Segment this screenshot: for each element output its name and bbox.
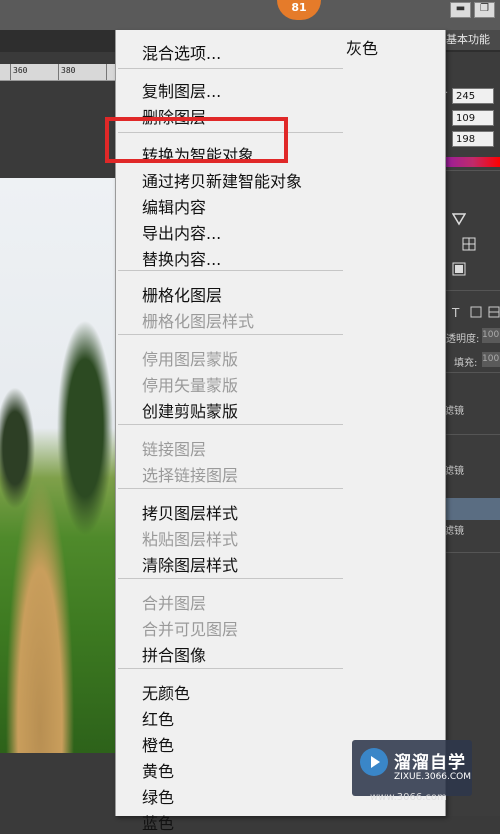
menu-separator — [118, 668, 343, 669]
smart-filter-icon[interactable] — [488, 306, 500, 318]
menu-item: 停用矢量蒙版 — [142, 376, 239, 395]
color-r-input[interactable]: 245 — [452, 88, 494, 104]
menu-item[interactable]: 复制图层... — [142, 82, 221, 102]
watermark-title: 溜溜自学 — [394, 753, 466, 773]
menu-item: 粘贴图层样式 — [142, 530, 239, 549]
opacity-input[interactable]: 100 — [482, 328, 500, 343]
menu-item[interactable]: 橙色 — [142, 736, 174, 756]
menu-separator — [118, 424, 343, 425]
menu-item: 选择链接图层 — [142, 466, 239, 485]
mask-icon[interactable] — [452, 262, 466, 276]
layer-row-label[interactable]: 滤镜 — [444, 402, 464, 417]
menu-separator — [118, 334, 343, 335]
panel-divider — [444, 372, 500, 373]
menu-item[interactable]: 通过拷贝新建智能对象 — [142, 172, 302, 192]
restore-button[interactable]: ❐ — [474, 2, 495, 18]
menu-separator — [118, 578, 343, 579]
color-g-input[interactable]: 109 — [452, 110, 494, 126]
menu-item[interactable]: 导出内容... — [142, 224, 221, 244]
menu-item[interactable]: 混合选项... — [142, 44, 221, 64]
menu-item[interactable]: 拷贝图层样式 — [142, 504, 238, 524]
menu-item[interactable]: 编辑内容 — [142, 198, 206, 218]
menu-item[interactable]: 拼合图像 — [142, 646, 206, 666]
panel-divider — [444, 170, 500, 171]
menu-item[interactable]: 无颜色 — [142, 684, 190, 704]
play-logo-icon — [360, 748, 388, 776]
fill-input[interactable]: 100 — [482, 352, 500, 367]
menu-item[interactable]: 蓝色 — [142, 814, 174, 834]
watermark-url: ZIXUE.3066.COM — [394, 772, 472, 782]
menu-item[interactable]: 绿色 — [142, 788, 174, 808]
color-ramp[interactable] — [446, 157, 500, 167]
fill-label: 填充: — [454, 358, 478, 369]
watermark-url-secondary: www.3066.com — [370, 792, 447, 803]
ruler-tick-line — [58, 64, 59, 80]
shape-filter-icon[interactable] — [470, 306, 482, 318]
menu-item: 合并图层 — [142, 594, 207, 613]
menu-separator — [118, 270, 343, 271]
canvas-image[interactable] — [0, 178, 116, 753]
menu-separator — [118, 488, 343, 489]
menu-item[interactable]: 创建剪贴蒙版 — [142, 402, 238, 422]
layer-row-label[interactable]: 滤镜 — [444, 462, 464, 477]
menu-item[interactable]: 替换内容... — [142, 250, 221, 270]
menu-item: 合并可见图层 — [142, 620, 239, 639]
menu-item[interactable]: 栅格化图层 — [142, 286, 222, 306]
menu-item[interactable]: 红色 — [142, 710, 174, 730]
workspace-switcher[interactable]: 基本功能 — [440, 30, 500, 50]
grid-icon[interactable] — [462, 237, 476, 251]
menu-separator — [118, 68, 343, 69]
panel-divider — [444, 552, 500, 553]
layer-row-label[interactable]: 滤镜 — [444, 522, 464, 537]
panel-divider — [444, 290, 500, 291]
ruler-tick-line — [10, 64, 11, 80]
menu-item: 栅格化图层样式 — [142, 312, 255, 331]
panel-divider — [444, 434, 500, 435]
menu-item: 链接图层 — [142, 440, 207, 459]
selected-layer-row[interactable] — [444, 498, 500, 520]
triangle-icon[interactable] — [452, 212, 466, 226]
horizontal-ruler: 360 380 — [0, 64, 116, 81]
menu-item: 停用图层蒙版 — [142, 350, 239, 369]
ruler-tick-label: 360 — [13, 66, 28, 75]
type-filter-icon[interactable]: T — [452, 306, 459, 320]
highlight-box — [105, 117, 288, 163]
ruler-tick-line — [106, 64, 107, 80]
color-label-header: 灰色 — [346, 39, 379, 58]
menu-item[interactable]: 黄色 — [142, 762, 174, 782]
app-title-bar — [0, 0, 500, 30]
ruler-tick-label: 380 — [61, 66, 76, 75]
minimize-button[interactable]: ▬ — [450, 2, 471, 18]
color-b-input[interactable]: 198 — [452, 131, 494, 147]
opacity-label: 透明度: — [446, 334, 480, 345]
menu-item[interactable]: 清除图层样式 — [142, 556, 238, 576]
